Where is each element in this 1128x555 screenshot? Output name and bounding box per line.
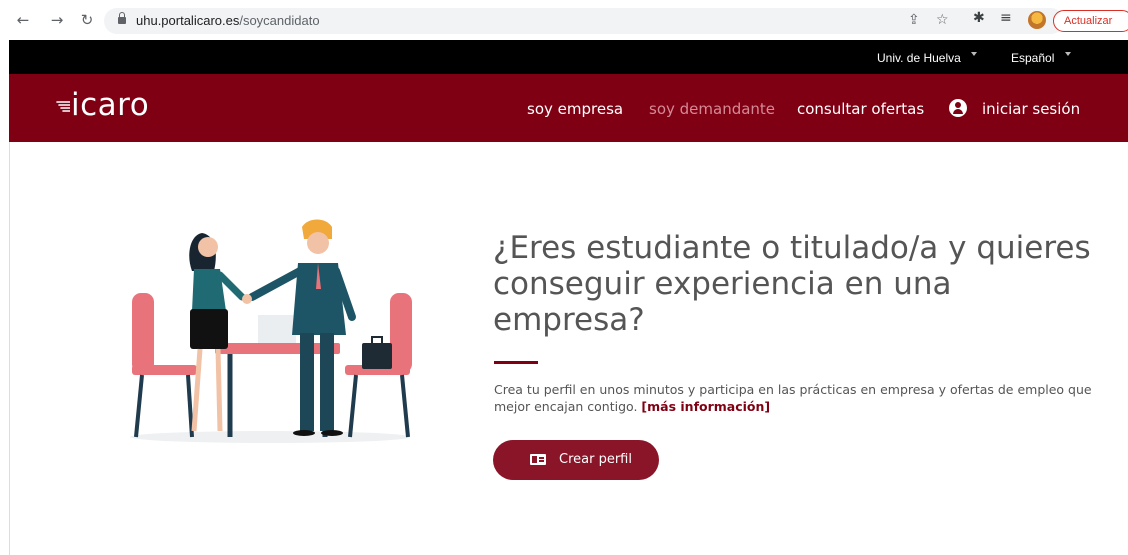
nav-soy-empresa[interactable]: soy empresa [527, 100, 623, 118]
create-profile-button[interactable]: Crear perfil [493, 440, 659, 480]
address-bar[interactable]: uhu.portalicaro.es/soycandidato ⇪ ☆ [104, 8, 1064, 34]
id-card-icon [530, 454, 546, 465]
url-text[interactable]: uhu.portalicaro.es/soycandidato [136, 13, 320, 28]
forward-icon[interactable]: → [48, 11, 66, 29]
bookmark-star-icon[interactable]: ☆ [936, 12, 949, 28]
reading-list-icon[interactable]: ≡ [1000, 10, 1012, 26]
page-headline: ¿Eres estudiante o titulado/a y quieres … [493, 230, 1091, 338]
accent-divider [494, 361, 538, 364]
share-icon[interactable]: ⇪ [908, 12, 920, 28]
icaro-logo[interactable]: icaro [54, 87, 150, 123]
logo-text: icaro [71, 87, 150, 123]
url-host: uhu.portalicaro.es [136, 13, 240, 28]
browser-toolbar: ← → ↻ uhu.portalicaro.es/soycandidato ⇪ … [0, 0, 1128, 40]
profile-avatar[interactable] [1028, 11, 1046, 29]
university-selector[interactable]: Univ. de Huelva [877, 51, 961, 65]
more-info-link[interactable]: [más información] [641, 399, 770, 414]
description-text: Crea tu perfil en unos minutos y partici… [494, 381, 1094, 415]
reload-icon[interactable]: ↻ [78, 11, 96, 29]
main-header: icaro soy empresa soy demandante consult… [9, 74, 1128, 142]
nav-consultar-ofertas[interactable]: consultar ofertas [797, 100, 924, 118]
create-profile-label: Crear perfil [559, 452, 632, 467]
url-path: /soycandidato [239, 13, 320, 28]
content-left-border [9, 142, 10, 555]
user-icon[interactable] [949, 99, 967, 117]
extensions-icon[interactable]: ✱ [973, 10, 985, 26]
lock-icon[interactable] [118, 12, 126, 25]
nav-iniciar-sesion[interactable]: iniciar sesión [982, 100, 1080, 118]
update-label: Actualizar [1064, 15, 1113, 27]
language-caret-icon[interactable] [1065, 52, 1071, 56]
top-utility-bar: Univ. de Huelva Español [9, 40, 1128, 74]
nav-soy-demandante[interactable]: soy demandante [649, 100, 775, 118]
language-selector[interactable]: Español [1011, 51, 1054, 65]
logo-wings-icon [56, 101, 70, 112]
update-button[interactable]: Actualizar [1053, 10, 1128, 32]
handshake-illustration [130, 219, 412, 443]
description-body: Crea tu perfil en unos minutos y partici… [494, 382, 1092, 414]
university-caret-icon[interactable] [971, 52, 977, 56]
back-icon[interactable]: ← [14, 11, 32, 29]
